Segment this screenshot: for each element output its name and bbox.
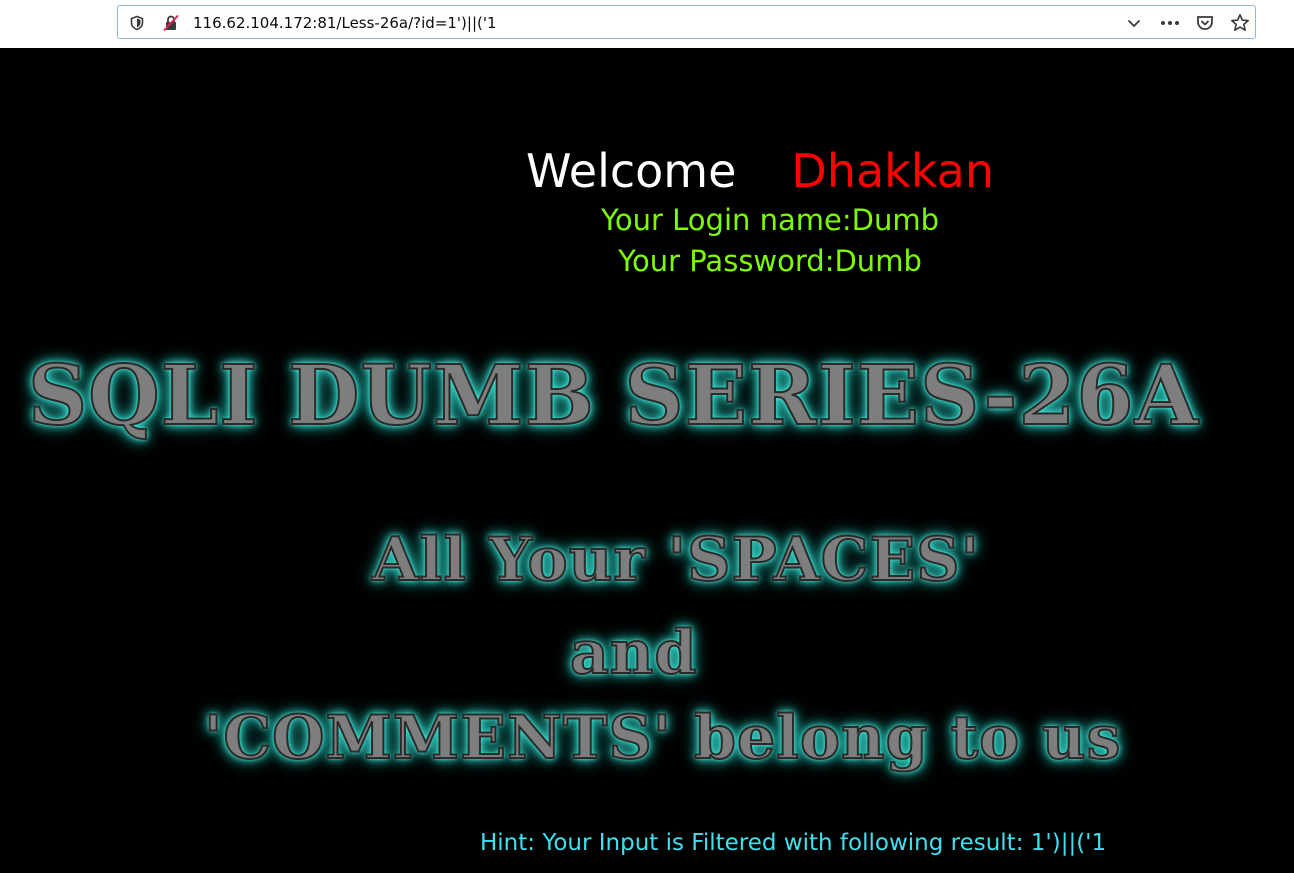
banner-line-comments: 'COMMENTS' belong to us <box>203 702 1122 774</box>
filter-hint: Hint: Your Input is Filtered with follow… <box>480 830 1107 856</box>
banner-line-and: and <box>569 617 698 689</box>
chevron-down-icon[interactable] <box>1123 12 1145 34</box>
pocket-icon[interactable] <box>1194 12 1216 34</box>
password-line: Your Password:Dumb <box>618 244 922 278</box>
shield-icon[interactable] <box>126 12 148 34</box>
url-bar[interactable]: 116.62.104.172:81/Less-26a/?id=1')||('1 <box>117 5 1256 39</box>
star-icon[interactable] <box>1229 12 1251 34</box>
insecure-connection-icon[interactable] <box>160 12 182 34</box>
browser-toolbar: 116.62.104.172:81/Less-26a/?id=1')||('1 <box>0 0 1294 48</box>
welcome-name: Dhakkan <box>791 144 994 198</box>
more-actions-icon[interactable] <box>1159 12 1181 34</box>
page-content: Welcome Dhakkan Your Login name:Dumb Your… <box>0 48 1294 873</box>
welcome-label: Welcome <box>526 144 737 198</box>
banner-title: SQLI DUMB SERIES-26A <box>27 347 1200 445</box>
login-name-line: Your Login name:Dumb <box>601 203 939 237</box>
welcome-heading: Welcome Dhakkan <box>526 142 994 200</box>
url-text[interactable]: 116.62.104.172:81/Less-26a/?id=1')||('1 <box>193 14 497 32</box>
banner-line-spaces: All Your 'SPACES' <box>371 524 980 596</box>
